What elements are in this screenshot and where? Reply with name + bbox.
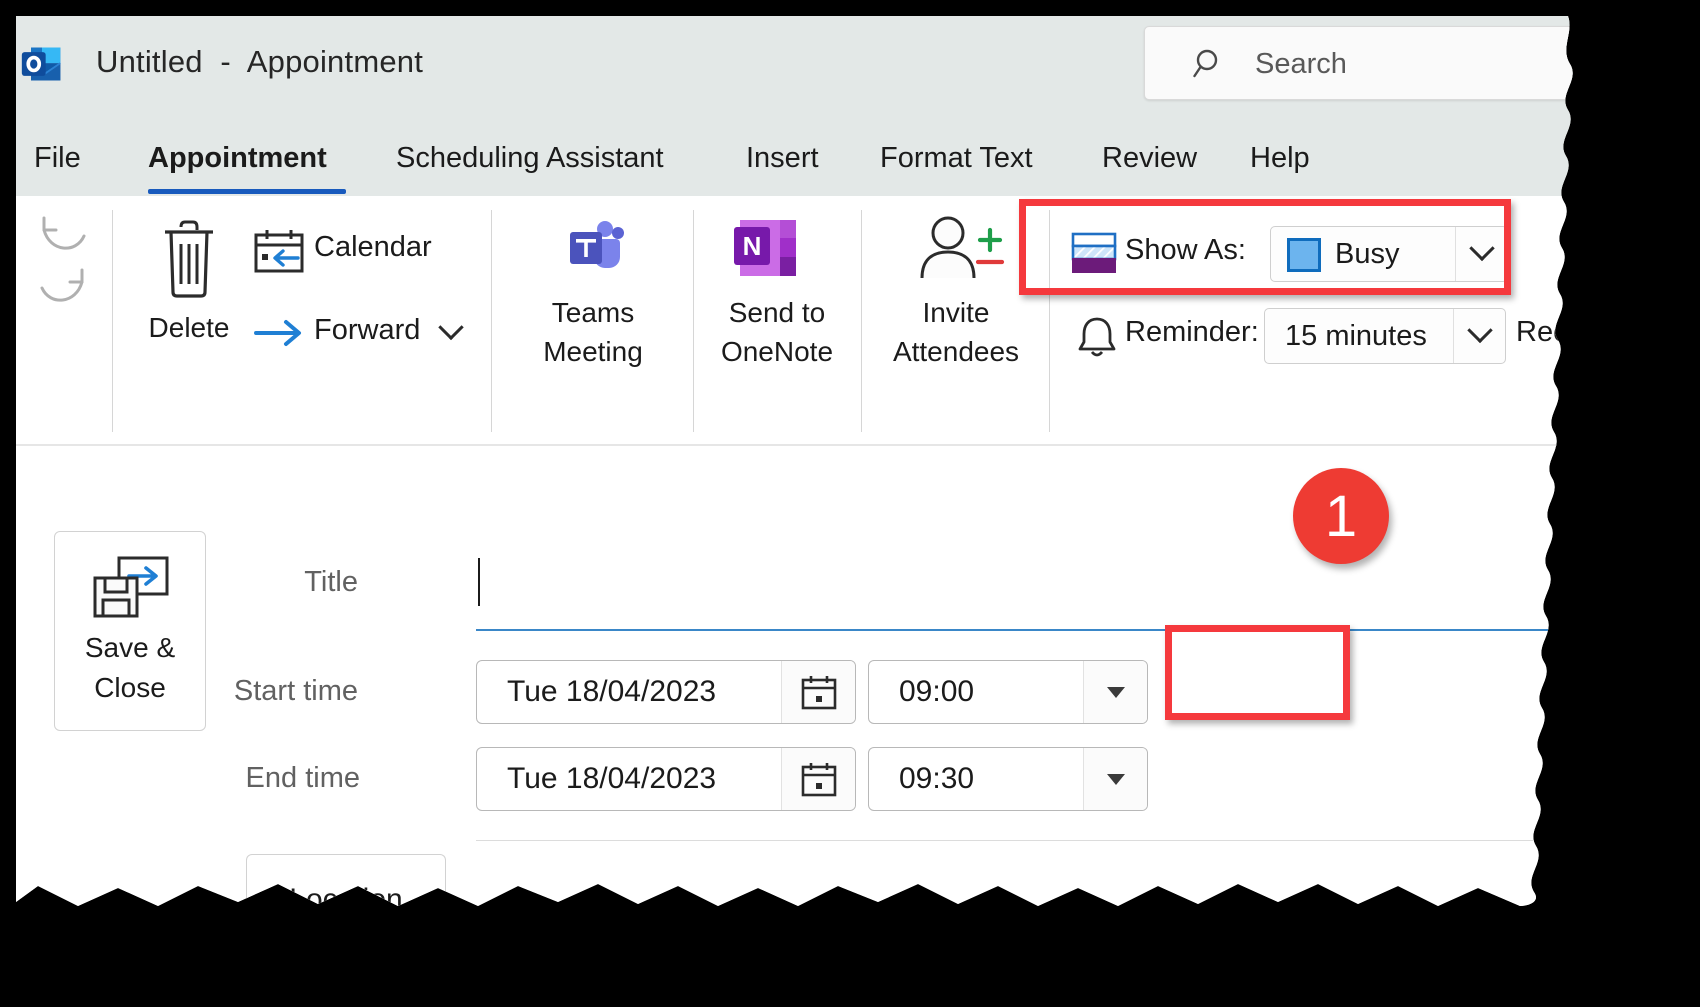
show-as-icon[interactable] <box>1071 230 1117 276</box>
ribbon: Delete Calendar Forward Teams Meeting N … <box>8 196 1574 446</box>
tab-format-text[interactable]: Format Text <box>876 120 1052 196</box>
send-to-onenote-line1: Send to <box>728 297 826 328</box>
annotation-badge-1: 1 <box>1293 468 1389 564</box>
group-separator <box>491 210 492 432</box>
title-bar: Untitled - Appointment Search <box>8 8 1574 120</box>
reminder-chevron-down-icon[interactable] <box>1453 309 1505 363</box>
forward-chevron-down-icon[interactable] <box>442 324 460 342</box>
show-as-chevron-down-icon[interactable] <box>1455 227 1507 281</box>
title-underline <box>476 629 1574 631</box>
save-and-close-line1: Save & <box>84 632 176 663</box>
group-separator <box>112 210 113 432</box>
tab-help[interactable]: Help <box>1246 120 1318 196</box>
end-date-input[interactable]: Tue 18/04/2023 <box>476 747 856 811</box>
outlook-icon <box>20 42 64 86</box>
invite-attendees-line2: Attendees <box>892 335 1020 367</box>
end-date-value: Tue 18/04/2023 <box>507 762 717 795</box>
tab-scheduling-assistant[interactable]: Scheduling Assistant <box>392 120 700 196</box>
tab-review[interactable]: Review <box>1098 120 1208 196</box>
forward-button-label[interactable]: Forward <box>314 314 420 347</box>
title-input-caret <box>478 558 480 606</box>
teams-meeting-line2: Meeting <box>543 335 643 367</box>
calendar-button-label[interactable]: Calendar <box>314 231 432 264</box>
show-as-value: Busy <box>1335 237 1400 270</box>
start-date-calendar-icon[interactable] <box>781 661 855 723</box>
undo-arrow-icon[interactable] <box>34 214 92 262</box>
send-to-onenote-line2: OneNote <box>720 335 834 367</box>
invite-attendees-line1: Invite <box>922 297 990 328</box>
svg-text:N: N <box>743 231 762 261</box>
show-as-dropdown[interactable]: Busy <box>1270 226 1508 282</box>
onenote-icon[interactable]: N <box>734 218 800 278</box>
group-separator <box>1049 210 1050 432</box>
end-time-chevron-down-icon[interactable] <box>1083 748 1147 810</box>
teams-meeting-line1: Teams <box>551 297 635 328</box>
save-and-close-line2: Close <box>94 671 166 703</box>
window-title: Untitled - Appointment <box>96 44 424 79</box>
reminder-dropdown[interactable]: 15 minutes <box>1264 308 1506 364</box>
tab-insert[interactable]: Insert <box>742 120 834 196</box>
end-time-value: 09:30 <box>899 762 975 795</box>
start-date-value: Tue 18/04/2023 <box>507 675 717 708</box>
show-as-label: Show As: <box>1125 234 1246 266</box>
reminder-label: Reminder: <box>1125 316 1259 348</box>
teams-icon[interactable] <box>560 216 626 278</box>
start-date-input[interactable]: Tue 18/04/2023 <box>476 660 856 724</box>
search-icon <box>1193 47 1227 81</box>
search-input[interactable]: Search <box>1255 47 1347 81</box>
invite-attendees-button[interactable]: Invite Attendees <box>870 294 1042 371</box>
send-to-onenote-button[interactable]: Send to OneNote <box>698 294 856 371</box>
start-time-input[interactable]: 09:00 <box>868 660 1148 724</box>
end-time-input[interactable]: 09:30 <box>868 747 1148 811</box>
tab-appointment[interactable]: Appointment <box>144 120 350 196</box>
group-separator <box>861 210 862 432</box>
busy-color-swatch <box>1287 238 1321 272</box>
delete-button-label[interactable]: Delete <box>138 309 240 348</box>
search-box[interactable]: Search <box>1144 26 1574 100</box>
start-time-value: 09:00 <box>899 675 975 708</box>
teams-meeting-button[interactable]: Teams Meeting <box>508 294 678 371</box>
reminder-value: 15 minutes <box>1285 319 1427 352</box>
save-and-close-icon <box>89 554 173 620</box>
end-time-label: End time <box>245 762 360 794</box>
arrow-right-icon[interactable] <box>254 313 304 353</box>
person-add-icon[interactable] <box>908 216 1006 282</box>
appointment-window: Untitled - Appointment Search File Appoi… <box>8 8 1574 908</box>
redo-arrow-icon[interactable] <box>34 266 92 314</box>
start-time-chevron-down-icon[interactable] <box>1083 661 1147 723</box>
end-date-calendar-icon[interactable] <box>781 748 855 810</box>
form-divider <box>476 840 1574 841</box>
start-time-label: Start time <box>233 675 358 707</box>
bell-icon[interactable] <box>1076 314 1118 360</box>
ribbon-tab-strip: File Appointment Scheduling Assistant In… <box>8 120 1574 196</box>
calendar-back-icon[interactable] <box>254 228 304 274</box>
group-separator <box>693 210 694 432</box>
title-field-label: Title <box>304 566 358 598</box>
screenshot-root: Untitled - Appointment Search File Appoi… <box>0 0 1700 1007</box>
title-input[interactable] <box>486 556 1566 608</box>
trash-icon[interactable] <box>158 218 220 298</box>
tab-file[interactable]: File <box>30 120 108 196</box>
